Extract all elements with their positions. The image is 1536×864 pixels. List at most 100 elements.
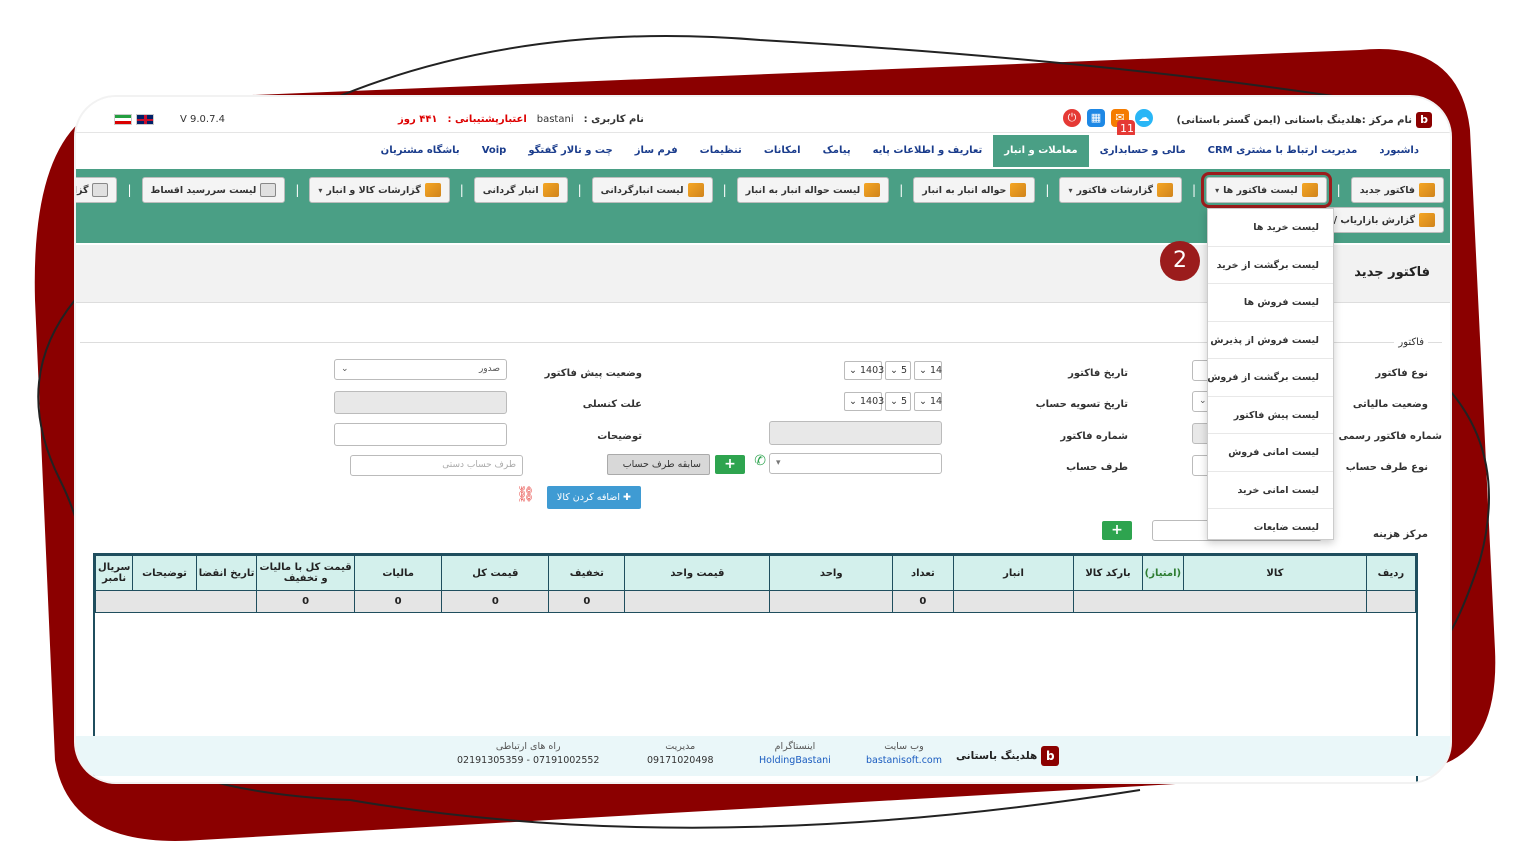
- power-icon[interactable]: ⏻: [1063, 109, 1081, 127]
- invoice-date-year[interactable]: ⌄ 1403: [844, 361, 884, 380]
- app-window: b نام مرکز :هلدینگ باستانی (ایمن گستر با…: [76, 97, 1450, 782]
- toolbar-icon: [424, 183, 441, 197]
- grid-header-cell[interactable]: کالا: [1183, 555, 1367, 591]
- settle-date-label: تاریخ تسویه حساب: [1035, 399, 1128, 410]
- manager-label: مدیریت: [665, 741, 696, 752]
- dropdown-menu-item[interactable]: لیست ضایعات: [1208, 509, 1333, 547]
- nav-item[interactable]: چت و تالار گفتگو: [517, 135, 623, 167]
- grid-header-cell[interactable]: بارکد کالا: [1073, 555, 1143, 591]
- grid-header-cell[interactable]: تعداد: [892, 555, 954, 591]
- toolbar-icon: [687, 183, 704, 197]
- invoice-date-day[interactable]: ⌄ 14: [914, 361, 942, 380]
- dropdown-menu-item[interactable]: لیست امانی خرید: [1208, 472, 1333, 509]
- nav-item[interactable]: مالی و حسابداری: [1089, 135, 1197, 167]
- grid-header-cell[interactable]: مالیات: [353, 555, 443, 591]
- toolbar-separator: |: [1045, 183, 1050, 197]
- grid-header-cell[interactable]: تاریخ انقضا: [195, 555, 258, 591]
- footer-manager: مدیریت 09171020498: [647, 741, 714, 766]
- stage: b نام مرکز :هلدینگ باستانی (ایمن گستر با…: [0, 0, 1536, 864]
- add-party-button[interactable]: +: [715, 455, 745, 474]
- username-value: bastani: [536, 114, 574, 125]
- toolbar-button[interactable]: گزارشات کالا و انبار ▾: [309, 177, 450, 203]
- page-title: فاکتور جدید: [1354, 265, 1430, 280]
- dropdown-menu-item[interactable]: لیست پیش فاکتور: [1208, 397, 1333, 434]
- phone-icon[interactable]: ✆: [754, 453, 766, 469]
- toolbar-button[interactable]: گزارشات فاکتور ▾: [1059, 177, 1183, 203]
- toolbar-button[interactable]: گزارش بازاریاب /: [1324, 207, 1444, 233]
- grid-header-cell[interactable]: توضیحات: [132, 555, 197, 591]
- grid-header-cell[interactable]: (امتیاز): [1141, 555, 1185, 591]
- toolbar-icon: [864, 183, 881, 197]
- top-icons: ⏻ ▦ ✉115 ☁: [1063, 109, 1153, 138]
- grid-header-cell[interactable]: تخفیف: [548, 555, 626, 591]
- messages-icon[interactable]: ✉115: [1111, 109, 1141, 138]
- pre-status-select[interactable]: صدور ⌄: [334, 359, 507, 380]
- nav-item[interactable]: مدیریت ارتباط با مشتری CRM: [1197, 135, 1369, 167]
- toolbar-button[interactable]: لیست سررسید اقساط: [141, 177, 286, 203]
- settle-date-day[interactable]: ⌄ 14: [914, 392, 942, 411]
- invoice-date-month[interactable]: ⌄ 5: [885, 361, 911, 380]
- dropdown-menu-item[interactable]: لیست خرید ها: [1208, 209, 1333, 247]
- nav-item[interactable]: Voip: [471, 135, 518, 167]
- grid-header-cell[interactable]: قیمت کل با مالیات و تخفیف: [256, 555, 355, 591]
- party-history-button[interactable]: سابقه طرف حساب: [607, 454, 710, 475]
- grid-header-cell[interactable]: واحد: [769, 555, 894, 591]
- party-select[interactable]: ▾: [769, 453, 942, 474]
- nav-item[interactable]: تعاریف و اطلاعات پایه: [862, 135, 994, 167]
- chat-icon[interactable]: ☁: [1135, 109, 1153, 127]
- toolbar-button-label: لیست انبارگردانی: [600, 184, 684, 196]
- toolbar-button-label: گزارشات فاکتور: [1076, 184, 1154, 196]
- invoice-no-input[interactable]: [769, 421, 942, 445]
- unlink-icon[interactable]: ⛓: [516, 485, 535, 503]
- toolbar-button[interactable]: لیست انبارگردانی: [591, 177, 713, 203]
- toolbar-icon: [1010, 183, 1027, 197]
- grid-header-cell[interactable]: انبار: [952, 555, 1075, 591]
- grid-header-row: ردیف کالا (امتیاز) بارکد کالا انبار تعداد واحد…: [94, 555, 1417, 591]
- grid-header-cell[interactable]: سریال نامبر: [94, 555, 134, 591]
- toolbar-button[interactable]: لیست فاکتور ها ▾: [1201, 172, 1332, 208]
- version-label: V 9.0.7.4: [180, 114, 226, 125]
- settle-date-year[interactable]: ⌄ 1403: [844, 392, 884, 411]
- settle-date-month[interactable]: ⌄ 5: [885, 392, 911, 411]
- flag-iran-icon[interactable]: [114, 114, 132, 125]
- step-number-badge: 2: [1160, 241, 1200, 281]
- manual-party-input[interactable]: طرف حساب دستی: [350, 455, 523, 476]
- cancel-reason-input[interactable]: [334, 391, 507, 414]
- add-cost-center-button[interactable]: +: [1102, 521, 1132, 540]
- contact-label: راه های ارتباطی: [495, 741, 561, 752]
- nav-item[interactable]: باشگاه مشتریان: [370, 135, 471, 167]
- add-item-button[interactable]: ✚ اضافه کردن کالا: [546, 486, 641, 509]
- nav-item[interactable]: تنظیمات: [689, 135, 753, 167]
- calendar-icon[interactable]: ▦: [1087, 109, 1105, 127]
- toolbar-button[interactable]: فاکتور جدید: [1350, 177, 1444, 203]
- dropdown-menu-item[interactable]: لیست فروش ها: [1208, 284, 1333, 322]
- grid-header-cell[interactable]: قیمت کل: [441, 555, 550, 591]
- dropdown-menu-item[interactable]: لیست امانی فروش: [1208, 434, 1333, 472]
- cost-center-label: مرکز هزینه: [1373, 529, 1428, 540]
- toolbar-button[interactable]: حواله انبار به انبار: [913, 177, 1036, 203]
- grid-header-cell[interactable]: قیمت واحد: [624, 555, 771, 591]
- dropdown-menu-item[interactable]: لیست برگشت از فروش: [1207, 359, 1333, 397]
- toolbar-button[interactable]: انبار گردانی: [473, 177, 568, 203]
- nav-item[interactable]: امکانات: [753, 135, 812, 167]
- nav-item[interactable]: معاملات و انبار: [993, 135, 1089, 167]
- website-link[interactable]: bastanisoft.com: [866, 755, 942, 766]
- toolbar-separator: |: [459, 183, 464, 197]
- nav-item[interactable]: داشبورد: [1368, 135, 1430, 167]
- nav-item[interactable]: فرم ساز: [624, 135, 689, 167]
- toolbar-button[interactable]: لیست حواله انبار به انبار: [736, 177, 890, 203]
- flag-uk-icon[interactable]: [136, 114, 154, 125]
- footer-brand-name: هلدینگ باستانی: [956, 750, 1038, 762]
- toolbar-icon: [542, 183, 559, 197]
- nav-item[interactable]: پیامک: [812, 135, 862, 167]
- description-input[interactable]: [334, 423, 507, 446]
- toolbar-button[interactable]: گزارش حساب های سررسید شده: [76, 177, 118, 203]
- grid-totals-row: 0 0 0 0 0: [94, 590, 1417, 613]
- invoice-date-label: تاریخ فاکتور: [1068, 368, 1128, 379]
- caret-down-icon: ▾: [318, 185, 323, 195]
- dropdown-menu-item[interactable]: لیست برگشت از خرید: [1208, 247, 1333, 284]
- manual-party-placeholder: طرف حساب دستی: [442, 460, 516, 470]
- grid-header-cell[interactable]: ردیف: [1365, 555, 1417, 591]
- dropdown-menu-item[interactable]: لیست فروش از پذیرش: [1208, 322, 1333, 359]
- instagram-link[interactable]: HoldingBastani: [759, 755, 831, 766]
